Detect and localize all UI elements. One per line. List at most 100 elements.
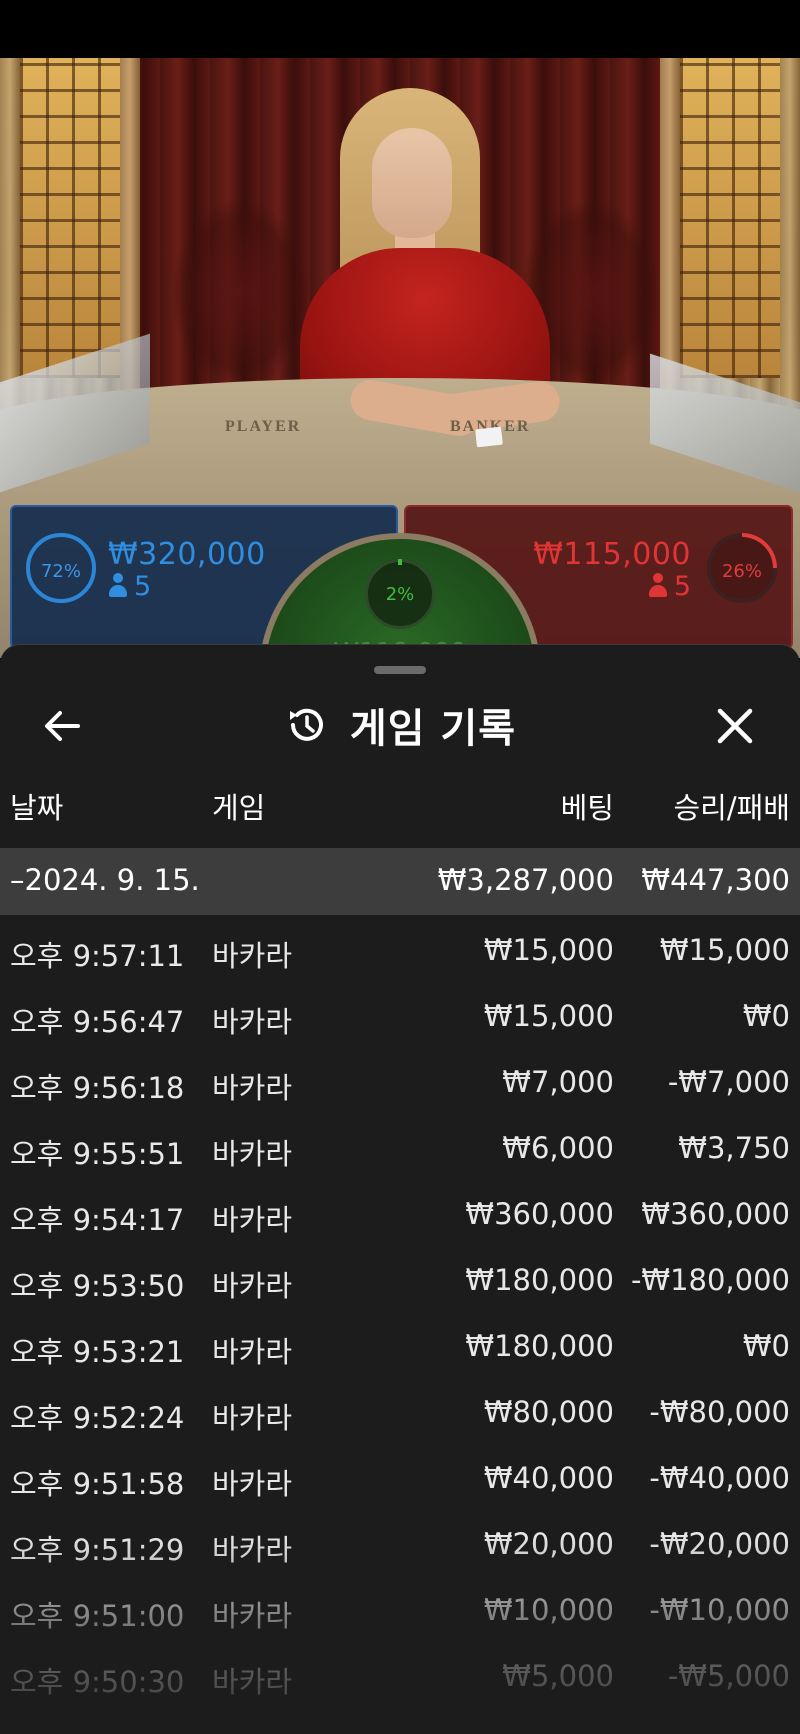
row-bet: ₩15,000 <box>483 933 614 967</box>
table-row[interactable]: 오후 9:55:51 바카라 ₩6,000 ₩3,750 <box>0 1113 800 1179</box>
history-rows: 오후 9:57:11 바카라 ₩15,000 ₩15,000 오후 9:56:47 바카라… <box>0 915 800 1707</box>
player-bettor-count: 5 <box>108 571 151 602</box>
tie-percent-ring: 2% <box>365 559 435 629</box>
row-time: 오후 9:51:00 <box>10 1599 185 1633</box>
row-game: 바카라 <box>212 1599 293 1633</box>
row-win-loss: ₩3,750 <box>678 1131 790 1165</box>
row-bet: ₩10,000 <box>483 1593 614 1627</box>
person-icon <box>108 573 128 597</box>
row-win-loss: -₩40,000 <box>649 1461 790 1495</box>
table-row[interactable]: 오후 9:57:11 바카라 ₩15,000 ₩15,000 <box>0 915 800 981</box>
row-bet: ₩80,000 <box>483 1395 614 1429</box>
date-group-total-bet: ₩3,287,000 <box>437 863 614 897</box>
row-game: 바카라 <box>212 1467 293 1501</box>
lattice-screen-right <box>680 58 780 378</box>
table-row[interactable]: 오후 9:50:30 바카라 ₩5,000 -₩5,000 <box>0 1641 800 1707</box>
arrow-left-icon <box>45 711 80 741</box>
row-bet: ₩20,000 <box>483 1527 614 1561</box>
banker-bet-amount: ₩115,000 <box>533 537 691 572</box>
row-win-loss: ₩0 <box>742 999 790 1033</box>
row-game: 바카라 <box>212 1137 293 1171</box>
row-time: 오후 9:57:11 <box>10 939 185 973</box>
row-game: 바카라 <box>212 1071 293 1105</box>
status-bar <box>0 0 800 58</box>
banker-bettor-count-value: 5 <box>673 571 691 602</box>
row-win-loss: ₩15,000 <box>659 933 790 967</box>
decor-plant-left <box>170 198 310 388</box>
row-win-loss: -₩80,000 <box>649 1395 790 1429</box>
row-time: 오후 9:51:29 <box>10 1533 185 1567</box>
row-game: 바카라 <box>212 1335 293 1369</box>
table-row[interactable]: 오후 9:51:00 바카라 ₩10,000 -₩10,000 <box>0 1575 800 1641</box>
back-button[interactable] <box>38 701 88 751</box>
row-bet: ₩180,000 <box>465 1329 614 1363</box>
row-win-loss: -₩20,000 <box>649 1527 790 1561</box>
date-group-date: –2024. 9. 15. <box>10 863 200 897</box>
row-time: 오후 9:50:30 <box>10 1665 185 1699</box>
date-group-row[interactable]: –2024. 9. 15. ₩3,287,000 ₩447,300 <box>0 848 800 915</box>
sheet-drag-handle[interactable] <box>374 666 426 674</box>
row-game: 바카라 <box>212 1533 293 1567</box>
player-percent: 72% <box>40 561 81 582</box>
table-row[interactable]: 오후 9:54:17 바카라 ₩360,000 ₩360,000 <box>0 1179 800 1245</box>
row-time: 오후 9:54:17 <box>10 1203 185 1237</box>
close-button[interactable] <box>710 701 760 751</box>
column-header-date: 날짜 <box>10 791 64 825</box>
player-percent-ring: 72% <box>26 533 96 603</box>
history-icon <box>289 708 323 741</box>
table-row[interactable]: 오후 9:52:24 바카라 ₩80,000 -₩80,000 <box>0 1377 800 1443</box>
row-bet: ₩6,000 <box>502 1131 614 1165</box>
dealer-face <box>372 128 452 238</box>
row-win-loss: ₩0 <box>742 1329 790 1363</box>
table-row[interactable]: 오후 9:51:58 바카라 ₩40,000 -₩40,000 <box>0 1443 800 1509</box>
row-bet: ₩180,000 <box>465 1263 614 1297</box>
table-label-player: PLAYER <box>225 418 302 435</box>
date-group-total-win-loss: ₩447,300 <box>641 863 790 897</box>
row-time: 오후 9:56:18 <box>10 1071 185 1105</box>
row-game: 바카라 <box>212 1005 293 1039</box>
column-header-win-loss: 승리/패배 <box>673 791 791 825</box>
row-bet: ₩360,000 <box>465 1197 614 1231</box>
row-game: 바카라 <box>212 939 293 973</box>
row-bet: ₩5,000 <box>502 1659 614 1693</box>
table-row[interactable]: 오후 9:53:21 바카라 ₩180,000 ₩0 <box>0 1311 800 1377</box>
row-game: 바카라 <box>212 1269 293 1303</box>
table-row[interactable]: 오후 9:53:50 바카라 ₩180,000 -₩180,000 <box>0 1245 800 1311</box>
sheet-header: 게임 기록 <box>0 685 800 765</box>
tie-percent: 2% <box>385 584 415 605</box>
sheet-title: 게임 기록 <box>349 706 517 752</box>
player-bettor-count-value: 5 <box>134 571 152 602</box>
row-bet: ₩15,000 <box>483 999 614 1033</box>
row-win-loss: -₩10,000 <box>649 1593 790 1627</box>
banker-percent-ring: 26% <box>707 533 777 603</box>
row-win-loss: -₩5,000 <box>667 1659 790 1693</box>
person-icon <box>648 573 668 597</box>
row-bet: ₩40,000 <box>483 1461 614 1495</box>
row-time: 오후 9:52:24 <box>10 1401 185 1435</box>
player-bet-amount: ₩320,000 <box>108 537 266 572</box>
banker-percent: 26% <box>721 561 762 582</box>
close-icon <box>717 708 753 744</box>
row-game: 바카라 <box>212 1665 293 1699</box>
playing-card <box>475 426 503 448</box>
row-game: 바카라 <box>212 1203 293 1237</box>
row-time: 오후 9:53:21 <box>10 1335 185 1369</box>
banker-bettor-count: 5 <box>648 571 691 602</box>
row-bet: ₩7,000 <box>502 1065 614 1099</box>
row-time: 오후 9:51:58 <box>10 1467 185 1501</box>
row-win-loss: -₩180,000 <box>630 1263 790 1297</box>
lattice-screen-left <box>20 58 120 378</box>
row-win-loss: -₩7,000 <box>667 1065 790 1099</box>
history-table-header: 날짜 게임 베팅 승리/패배 <box>0 785 800 835</box>
screen: PLAYER BANKER 72% ₩320,000 5 ₩115,000 5 … <box>0 0 800 1734</box>
column-header-bet: 베팅 <box>560 791 614 825</box>
row-time: 오후 9:55:51 <box>10 1137 185 1171</box>
table-row[interactable]: 오후 9:56:18 바카라 ₩7,000 -₩7,000 <box>0 1047 800 1113</box>
row-win-loss: ₩360,000 <box>641 1197 790 1231</box>
game-history-sheet: 게임 기록 날짜 게임 베팅 승리/패배 –2024. 9. 15. ₩3,28… <box>0 644 800 1734</box>
table-row[interactable]: 오후 9:51:29 바카라 ₩20,000 -₩20,000 <box>0 1509 800 1575</box>
row-time: 오후 9:56:47 <box>10 1005 185 1039</box>
row-time: 오후 9:53:50 <box>10 1269 185 1303</box>
row-game: 바카라 <box>212 1401 293 1435</box>
table-row[interactable]: 오후 9:56:47 바카라 ₩15,000 ₩0 <box>0 981 800 1047</box>
